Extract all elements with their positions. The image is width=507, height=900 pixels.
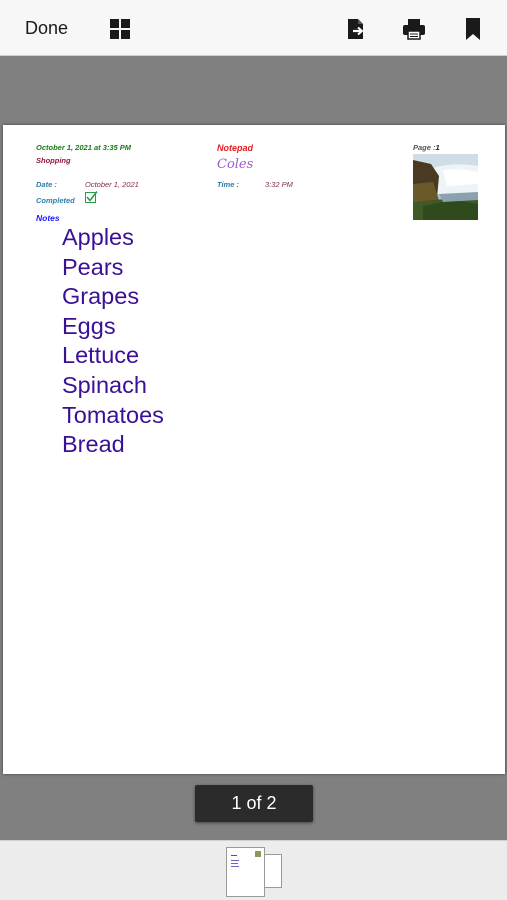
page-label: Page :1 bbox=[413, 143, 440, 152]
completed-label: Completed bbox=[36, 196, 75, 205]
bookmark-icon[interactable] bbox=[461, 17, 485, 41]
waterfall-photo bbox=[413, 154, 478, 220]
grid-icon[interactable] bbox=[108, 17, 132, 41]
print-icon[interactable] bbox=[402, 17, 426, 41]
list-item: Spinach bbox=[62, 371, 147, 398]
document-page: October 1, 2021 at 3:35 PM Shopping Date… bbox=[3, 125, 505, 774]
list-item: Grapes bbox=[62, 283, 140, 310]
list-item: Bread bbox=[62, 431, 125, 458]
notes-list: Apples Pears Grapes Eggs Lettuce Spinach… bbox=[62, 223, 164, 460]
list-item: Lettuce bbox=[62, 342, 140, 369]
list-item: Pears bbox=[62, 253, 124, 280]
list-item: Tomatoes bbox=[62, 401, 164, 428]
note-category: Shopping bbox=[36, 156, 71, 165]
top-toolbar: Done bbox=[0, 0, 507, 56]
page-thumbnail-1[interactable] bbox=[226, 847, 265, 897]
checkmark-icon bbox=[86, 191, 98, 202]
list-item: Eggs bbox=[62, 312, 116, 339]
time-label: Time : bbox=[217, 180, 239, 189]
export-icon[interactable] bbox=[344, 17, 368, 41]
note-title: Coles bbox=[217, 157, 254, 172]
page-counter: 1 of 2 bbox=[195, 785, 313, 822]
time-value: 3:32 PM bbox=[265, 180, 293, 189]
completed-checkbox bbox=[85, 191, 98, 203]
thumbnail-photo bbox=[255, 851, 261, 857]
page-number: 1 bbox=[435, 143, 440, 152]
note-header-date: October 1, 2021 at 3:35 PM bbox=[36, 143, 132, 152]
list-item: Apples bbox=[62, 224, 134, 250]
thumbnail-strip bbox=[0, 840, 507, 900]
date-label: Date : bbox=[36, 180, 57, 189]
date-value: October 1, 2021 bbox=[85, 180, 139, 189]
app-name: Notepad bbox=[217, 143, 253, 153]
done-button[interactable]: Done bbox=[25, 18, 68, 39]
notes-label: Notes bbox=[36, 213, 60, 223]
page-thumbnail-2[interactable] bbox=[264, 854, 282, 888]
